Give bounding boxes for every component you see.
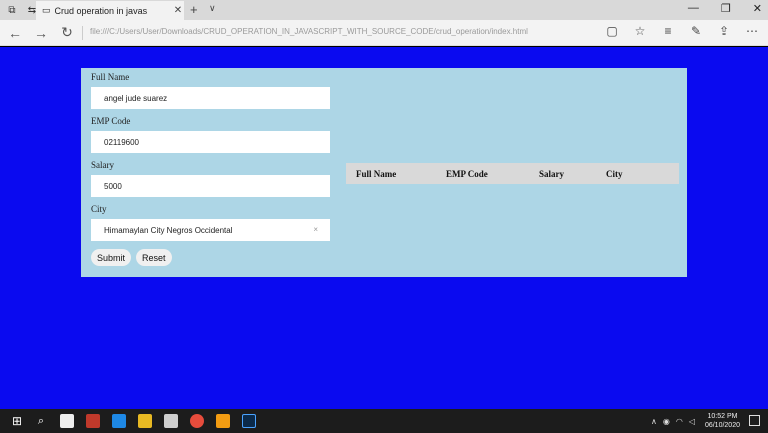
photoshop-icon[interactable] <box>242 414 256 428</box>
employee-table-header: Full Name EMP Code Salary City <box>346 163 679 184</box>
share-icon[interactable]: ⇪ <box>716 24 732 38</box>
crud-container: Full Name EMP Code Salary City × Submit … <box>81 68 687 277</box>
tab-title: Crud operation in javas <box>54 5 148 16</box>
url-separator <box>82 26 83 40</box>
page-body: Full Name EMP Code Salary City × Submit … <box>0 47 768 409</box>
header-salary: Salary <box>539 169 565 179</box>
search-icon[interactable]: ⌕ <box>34 415 48 428</box>
maximize-icon[interactable]: ❐ <box>721 2 731 15</box>
new-tab-button[interactable]: + <box>190 2 198 17</box>
tray-chevron-icon[interactable]: ∧ <box>651 417 657 426</box>
hub-icon[interactable]: ≡ <box>660 24 676 38</box>
taskbar: ⊞ ⌕ ∧ ◉ ◠ ◁ 10:52 PM 06/10/2020 <box>0 409 768 433</box>
tab-menu-icon[interactable]: ∨ <box>209 3 216 14</box>
refresh-icon[interactable]: ↻ <box>56 24 78 41</box>
clear-icon[interactable]: × <box>313 225 318 234</box>
file-explorer-icon[interactable] <box>138 414 152 428</box>
full-name-input[interactable] <box>91 87 330 109</box>
emp-code-input[interactable] <box>91 131 330 153</box>
close-window-icon[interactable]: ✕ <box>753 2 762 15</box>
office-app-icon[interactable] <box>86 414 100 428</box>
employee-form: Full Name EMP Code Salary City × Submit … <box>91 72 331 266</box>
edge-browser-icon[interactable] <box>112 414 126 428</box>
browser-tools: ▢ ☆ ≡ ✎ ⇪ ⋯ <box>604 24 760 38</box>
network-icon[interactable]: ◉ <box>663 417 670 426</box>
salary-input[interactable] <box>91 175 330 197</box>
url-field[interactable]: file:///C:/Users/User/Downloads/CRUD_OPE… <box>90 27 528 36</box>
city-field-wrapper: × <box>91 219 331 241</box>
city-input[interactable] <box>91 219 330 241</box>
submit-button[interactable]: Submit <box>91 249 132 266</box>
header-city: City <box>606 169 623 179</box>
store-icon[interactable] <box>164 414 178 428</box>
more-icon[interactable]: ⋯ <box>744 24 760 38</box>
volume-icon[interactable]: ◁ <box>689 417 695 426</box>
sublime-icon[interactable] <box>216 414 230 428</box>
tab-bar: ⧉ ⇆ ▭ Crud operation in javas ✕ + ∨ — ❐ … <box>0 0 768 20</box>
emp-code-label: EMP Code <box>91 116 131 126</box>
header-emp-code: EMP Code <box>446 169 488 179</box>
chrome-icon[interactable] <box>190 414 204 428</box>
clock-time: 10:52 PM <box>707 413 738 420</box>
clock[interactable]: 10:52 PM 06/10/2020 <box>705 412 740 430</box>
city-label: City <box>91 204 107 214</box>
wifi-icon[interactable]: ◠ <box>676 417 683 426</box>
task-view-icon[interactable] <box>60 414 74 428</box>
minimize-icon[interactable]: — <box>688 2 699 15</box>
window-controls: — ❐ ✕ <box>688 2 762 15</box>
notes-pen-icon[interactable]: ✎ <box>688 24 704 38</box>
forward-icon[interactable]: → <box>30 25 52 41</box>
back-icon[interactable]: ← <box>4 25 26 41</box>
system-tray: ∧ ◉ ◠ ◁ 10:52 PM 06/10/2020 <box>651 412 740 430</box>
reading-view-icon[interactable]: ▢ <box>604 24 620 38</box>
favorite-star-icon[interactable]: ☆ <box>632 24 648 38</box>
salary-label: Salary <box>91 160 114 170</box>
browser-tab[interactable]: ▭ Crud operation in javas ✕ <box>36 1 184 20</box>
tab-actions-icon[interactable]: ⧉ <box>4 2 20 18</box>
address-bar: ← → ↻ file:///C:/Users/User/Downloads/CR… <box>0 20 768 46</box>
form-buttons: Submit Reset <box>91 249 331 266</box>
full-name-label: Full Name <box>91 72 130 82</box>
close-tab-icon[interactable]: ✕ <box>172 5 184 16</box>
header-full-name: Full Name <box>356 169 397 179</box>
notifications-icon[interactable] <box>749 415 760 426</box>
page-icon: ▭ <box>42 5 51 15</box>
clock-date: 06/10/2020 <box>704 422 740 429</box>
windows-start-icon[interactable]: ⊞ <box>10 414 24 428</box>
reset-button[interactable]: Reset <box>136 249 172 266</box>
